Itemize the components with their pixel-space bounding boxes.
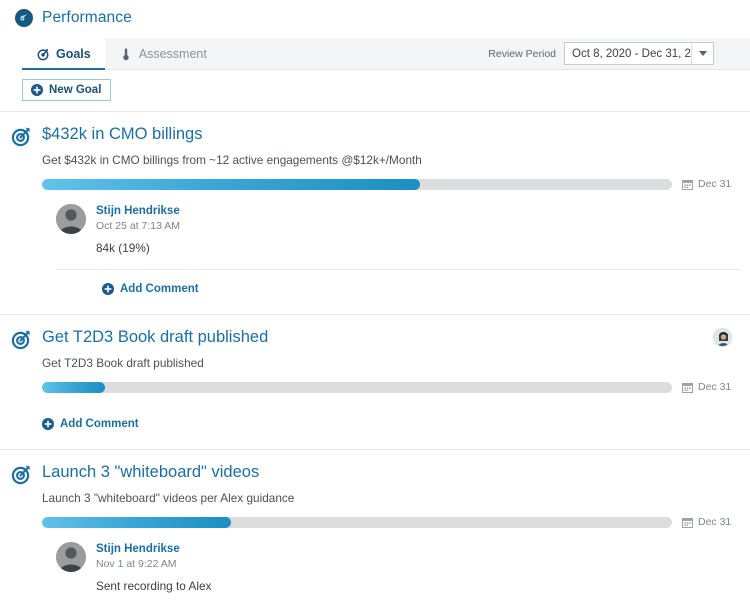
comment-body-wrap: Stijn Hendrikse Oct 25 at 7:13 AM 84k (1… xyxy=(96,204,180,255)
goal-list: $432k in CMO billings Get $432k in CMO b… xyxy=(0,111,750,600)
comment-item: Stijn Hendrikse Nov 1 at 9:22 AM Sent re… xyxy=(56,542,740,593)
target-icon xyxy=(10,463,32,485)
goal-item: Launch 3 "whiteboard" videos Launch 3 "w… xyxy=(0,449,750,600)
add-comment-label: Add Comment xyxy=(120,283,199,295)
page-title: Performance xyxy=(42,9,132,27)
comment-author[interactable]: Stijn Hendrikse xyxy=(96,542,211,556)
goal-header: Launch 3 "whiteboard" videos xyxy=(10,462,740,485)
goal-description: Get $432k in CMO billings from ~12 activ… xyxy=(42,153,740,167)
goal-header: Get T2D3 Book draft published xyxy=(10,327,740,350)
plus-circle-icon xyxy=(102,283,114,295)
comment-text: Sent recording to Alex xyxy=(96,579,211,593)
avatar[interactable] xyxy=(713,328,732,347)
review-period-value: Oct 8, 2020 - Dec 31, 20... xyxy=(572,48,691,60)
due-date-label: Dec 31 xyxy=(698,178,731,190)
thermometer-icon xyxy=(119,46,133,62)
progress-bar xyxy=(42,382,672,393)
progress-bar-fill xyxy=(42,517,231,528)
progress-bar xyxy=(42,179,672,190)
new-goal-button[interactable]: New Goal xyxy=(22,79,111,101)
goal-progress-row: Dec 31 xyxy=(42,381,740,393)
comment-item: Stijn Hendrikse Oct 25 at 7:13 AM 84k (1… xyxy=(56,204,740,255)
goal-header: $432k in CMO billings xyxy=(10,124,740,147)
plus-circle-icon xyxy=(42,418,54,430)
add-comment-row: Add Comment xyxy=(42,407,740,449)
chevron-down-icon[interactable] xyxy=(691,43,713,64)
due-date-label: Dec 31 xyxy=(698,381,731,393)
tab-goals-label: Goals xyxy=(56,47,91,61)
progress-bar-fill xyxy=(42,179,420,190)
calendar-icon xyxy=(682,382,693,393)
avatar xyxy=(56,542,86,572)
add-comment-button[interactable]: Add Comment xyxy=(102,283,199,295)
comment-timestamp: Oct 25 at 7:13 AM xyxy=(96,219,180,233)
add-comment-label: Add Comment xyxy=(60,418,139,430)
goal-item: $432k in CMO billings Get $432k in CMO b… xyxy=(0,112,750,314)
progress-bar-fill xyxy=(42,382,105,393)
due-date: Dec 31 xyxy=(682,516,731,528)
gauge-icon xyxy=(14,8,34,28)
target-icon xyxy=(10,328,32,350)
review-period-label: Review Period xyxy=(488,48,556,60)
new-goal-label: New Goal xyxy=(49,84,101,96)
app-header: Performance xyxy=(0,0,750,38)
target-icon xyxy=(10,125,32,147)
due-date-label: Dec 31 xyxy=(698,516,731,528)
comment-timestamp: Nov 1 at 9:22 AM xyxy=(96,557,211,571)
goal-title[interactable]: Launch 3 "whiteboard" videos xyxy=(42,462,259,482)
progress-bar xyxy=(42,517,672,528)
target-icon xyxy=(36,46,50,62)
goal-progress-row: Dec 31 xyxy=(42,178,740,190)
review-period-select[interactable]: Oct 8, 2020 - Dec 31, 20... xyxy=(564,42,714,65)
comment-text: 84k (19%) xyxy=(96,241,180,255)
plus-circle-icon xyxy=(31,84,43,96)
tab-bar: Goals Assessment Review Period Oct 8, 20… xyxy=(22,38,750,70)
calendar-icon xyxy=(682,517,693,528)
avatar xyxy=(56,204,86,234)
comment-body-wrap: Stijn Hendrikse Nov 1 at 9:22 AM Sent re… xyxy=(96,542,211,593)
review-period-control: Review Period Oct 8, 2020 - Dec 31, 20..… xyxy=(488,38,750,69)
goal-item: Get T2D3 Book draft published Get T2D3 B… xyxy=(0,314,750,449)
due-date: Dec 31 xyxy=(682,178,731,190)
comment-author[interactable]: Stijn Hendrikse xyxy=(96,204,180,218)
goal-description: Launch 3 "whiteboard" videos per Alex gu… xyxy=(42,491,740,505)
goal-title[interactable]: $432k in CMO billings xyxy=(42,124,203,144)
goal-title[interactable]: Get T2D3 Book draft published xyxy=(42,327,268,347)
calendar-icon xyxy=(682,179,693,190)
due-date: Dec 31 xyxy=(682,381,731,393)
goal-progress-row: Dec 31 xyxy=(42,516,740,528)
add-comment-button[interactable]: Add Comment xyxy=(42,418,139,430)
add-comment-row: Add Comment xyxy=(56,269,740,314)
tab-goals[interactable]: Goals xyxy=(22,38,105,69)
tab-assessment-label: Assessment xyxy=(139,47,207,61)
tab-assessment[interactable]: Assessment xyxy=(105,38,221,69)
toolbar: New Goal xyxy=(0,70,750,111)
goal-description: Get T2D3 Book draft published xyxy=(42,356,740,370)
